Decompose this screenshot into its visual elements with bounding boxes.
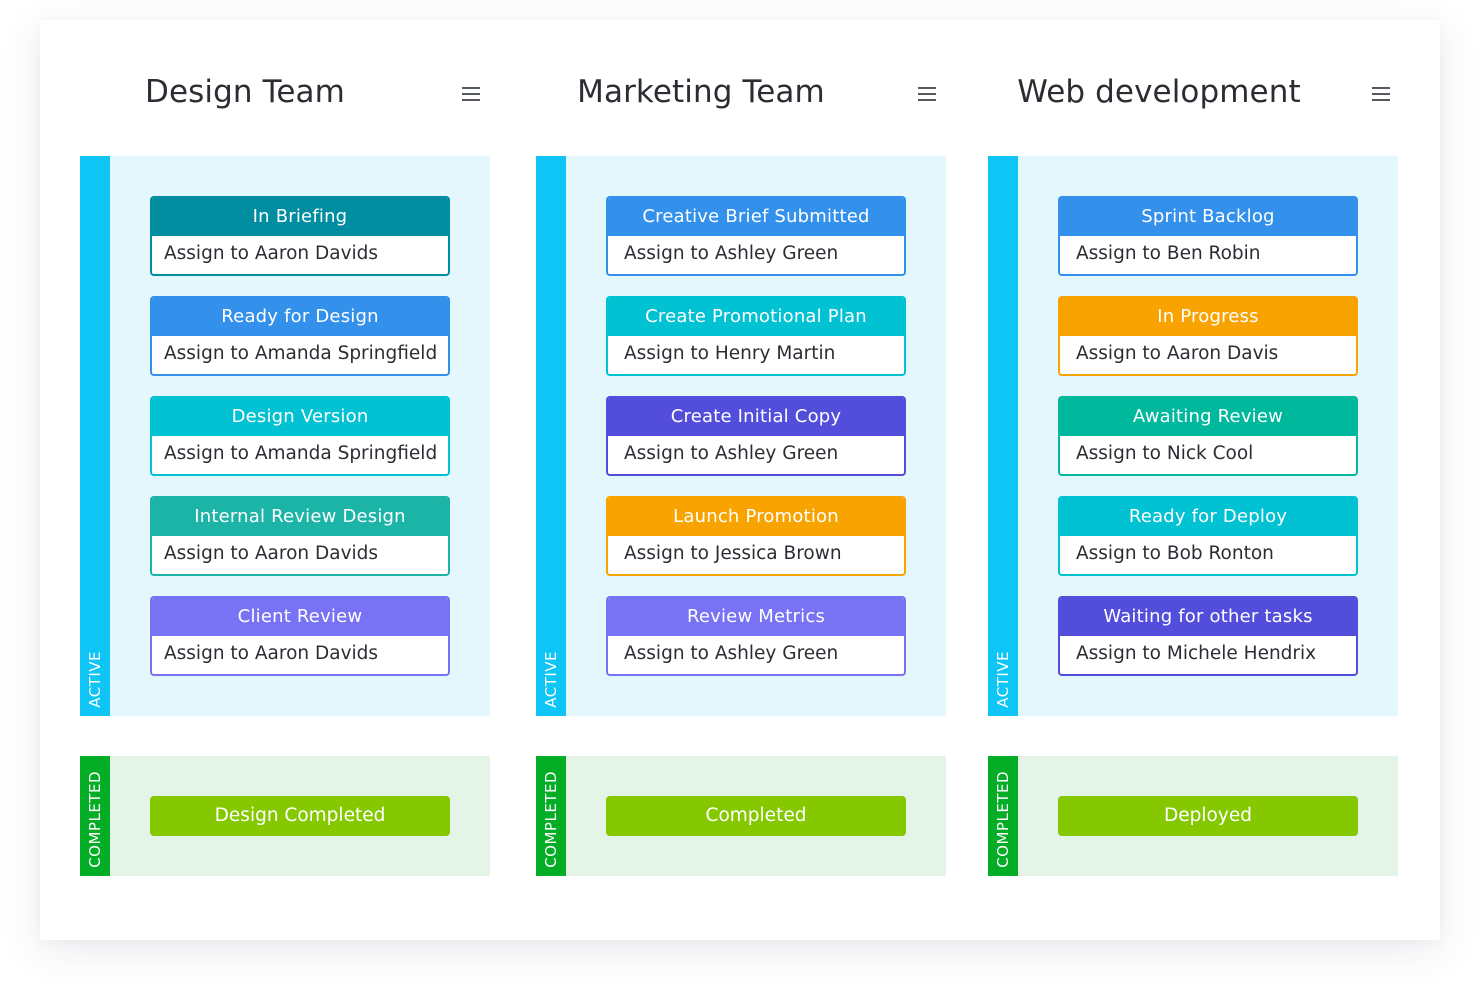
active-lane: ACTIVE Creative Brief Submitted Assign t…	[536, 156, 946, 716]
task-assignee: Assign to Aaron Davids	[164, 243, 379, 264]
task-assignee: Assign to Henry Martin	[624, 343, 836, 364]
task-card[interactable]: In Briefing Assign to Aaron Davids	[150, 196, 450, 276]
task-assignee: Assign to Bob Ronton	[1076, 543, 1274, 564]
kanban-board: Design Team ACTIVE In Briefing Assign to…	[40, 20, 1440, 940]
hamburger-menu-icon[interactable]	[462, 86, 480, 102]
task-assignee: Assign to Aaron Davids	[164, 543, 379, 564]
task-card[interactable]: In Progress Assign to Aaron Davis	[1058, 296, 1358, 376]
task-status: Creative Brief Submitted	[608, 198, 904, 236]
task-card[interactable]: Sprint Backlog Assign to Ben Robin	[1058, 196, 1358, 276]
task-status: Ready for Design	[152, 298, 448, 336]
completed-lane-strip: COMPLETED	[988, 756, 1018, 876]
completed-lane-label: COMPLETED	[86, 771, 104, 868]
completed-lane: COMPLETED Completed	[536, 756, 946, 876]
task-card[interactable]: Ready for Deploy Assign to Bob Ronton	[1058, 496, 1358, 576]
column-marketing-team: Marketing Team ACTIVE Creative Brief Sub…	[536, 20, 946, 940]
column-title: Marketing Team	[577, 74, 825, 110]
task-assignee: Assign to Nick Cool	[1076, 443, 1254, 464]
active-lane-label: ACTIVE	[86, 651, 104, 708]
task-status: Create Promotional Plan	[608, 298, 904, 336]
task-assignee: Assign to Michele Hendrix	[1076, 643, 1317, 664]
task-card[interactable]: Create Promotional Plan Assign to Henry …	[606, 296, 906, 376]
task-assignee: Assign to Aaron Davids	[164, 643, 379, 664]
task-status: Awaiting Review	[1060, 398, 1356, 436]
completed-lane: COMPLETED Design Completed	[80, 756, 490, 876]
task-card[interactable]: Internal Review Design Assign to Aaron D…	[150, 496, 450, 576]
task-status: In Progress	[1060, 298, 1356, 336]
task-status: Review Metrics	[608, 598, 904, 636]
task-card[interactable]: Design Version Assign to Amanda Springfi…	[150, 396, 450, 476]
task-status: Design Version	[152, 398, 448, 436]
design-completed-button[interactable]: Design Completed	[150, 796, 450, 836]
task-card[interactable]: Awaiting Review Assign to Nick Cool	[1058, 396, 1358, 476]
task-card[interactable]: Creative Brief Submitted Assign to Ashle…	[606, 196, 906, 276]
active-lane-label: ACTIVE	[994, 651, 1012, 708]
active-lane-strip: ACTIVE	[988, 156, 1018, 716]
task-card[interactable]: Client Review Assign to Aaron Davids	[150, 596, 450, 676]
task-status: Waiting for other tasks	[1060, 598, 1356, 636]
completed-lane: COMPLETED Deployed	[988, 756, 1398, 876]
task-status: Launch Promotion	[608, 498, 904, 536]
task-assignee: Assign to Ashley Green	[624, 243, 839, 264]
active-lane: ACTIVE In Briefing Assign to Aaron David…	[80, 156, 490, 716]
column-web-development: Web development ACTIVE Sprint Backlog As…	[988, 20, 1398, 940]
column-title: Web development	[1017, 74, 1301, 110]
active-lane-strip: ACTIVE	[536, 156, 566, 716]
task-card[interactable]: Launch Promotion Assign to Jessica Brown	[606, 496, 906, 576]
completed-lane-label: COMPLETED	[994, 771, 1012, 868]
task-status: Internal Review Design	[152, 498, 448, 536]
column-design-team: Design Team ACTIVE In Briefing Assign to…	[80, 20, 490, 940]
task-assignee: Assign to Jessica Brown	[624, 543, 842, 564]
task-status: Client Review	[152, 598, 448, 636]
completed-lane-label: COMPLETED	[542, 771, 560, 868]
completed-lane-strip: COMPLETED	[80, 756, 110, 876]
task-assignee: Assign to Amanda Springfield	[164, 443, 438, 464]
task-status: In Briefing	[152, 198, 448, 236]
task-assignee: Assign to Ashley Green	[624, 443, 839, 464]
active-lane: ACTIVE Sprint Backlog Assign to Ben Robi…	[988, 156, 1398, 716]
completed-button[interactable]: Completed	[606, 796, 906, 836]
active-lane-label: ACTIVE	[542, 651, 560, 708]
task-assignee: Assign to Aaron Davis	[1076, 343, 1279, 364]
task-card[interactable]: Ready for Design Assign to Amanda Spring…	[150, 296, 450, 376]
task-card[interactable]: Waiting for other tasks Assign to Michel…	[1058, 596, 1358, 676]
hamburger-menu-icon[interactable]	[918, 86, 936, 102]
task-assignee: Assign to Amanda Springfield	[164, 343, 438, 364]
task-assignee: Assign to Ben Robin	[1076, 243, 1261, 264]
completed-lane-strip: COMPLETED	[536, 756, 566, 876]
task-assignee: Assign to Ashley Green	[624, 643, 839, 664]
task-status: Create Initial Copy	[608, 398, 904, 436]
task-status: Ready for Deploy	[1060, 498, 1356, 536]
active-lane-strip: ACTIVE	[80, 156, 110, 716]
task-status: Sprint Backlog	[1060, 198, 1356, 236]
deployed-button[interactable]: Deployed	[1058, 796, 1358, 836]
task-card[interactable]: Create Initial Copy Assign to Ashley Gre…	[606, 396, 906, 476]
hamburger-menu-icon[interactable]	[1372, 86, 1390, 102]
task-card[interactable]: Review Metrics Assign to Ashley Green	[606, 596, 906, 676]
column-title: Design Team	[145, 74, 345, 110]
